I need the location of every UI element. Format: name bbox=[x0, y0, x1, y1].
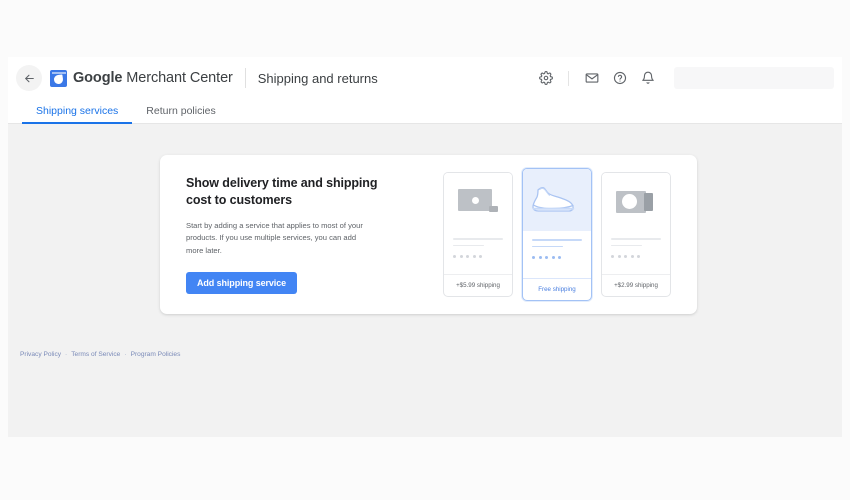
gear-icon[interactable] bbox=[537, 70, 554, 87]
empty-state-text-block: Show delivery time and shipping cost to … bbox=[186, 175, 386, 294]
product-card[interactable]: +$2.99 shipping bbox=[601, 172, 671, 297]
terms-of-service-link[interactable]: Terms of Service bbox=[71, 351, 120, 358]
bell-icon[interactable] bbox=[639, 70, 656, 87]
footer-separator: · bbox=[65, 351, 68, 358]
tab-shipping-services-label: Shipping services bbox=[36, 105, 119, 117]
placeholder-line bbox=[532, 245, 563, 247]
placeholder-line bbox=[611, 244, 642, 246]
tab-return-policies-label: Return policies bbox=[146, 105, 216, 117]
program-policies-link[interactable]: Program Policies bbox=[131, 351, 181, 358]
rating-dots bbox=[532, 256, 582, 259]
placeholder-line bbox=[453, 238, 503, 240]
product-image bbox=[602, 173, 670, 230]
footer-links: Privacy Policy · Terms of Service · Prog… bbox=[20, 351, 180, 358]
placeholder-line bbox=[532, 239, 582, 241]
empty-state-card: Show delivery time and shipping cost to … bbox=[160, 155, 697, 314]
header-divider bbox=[244, 68, 246, 88]
merchant-center-logo-icon bbox=[50, 69, 67, 87]
sneaker-icon bbox=[531, 182, 583, 219]
product-card-selected[interactable]: Free shipping bbox=[522, 168, 592, 301]
mail-icon[interactable] bbox=[583, 70, 600, 87]
rating-dots bbox=[453, 255, 503, 258]
product-info bbox=[602, 230, 670, 274]
product-image bbox=[444, 173, 512, 230]
laptop-placeholder-icon bbox=[458, 189, 498, 214]
empty-state-title: Show delivery time and shipping cost to … bbox=[186, 176, 378, 208]
rating-dots bbox=[611, 255, 661, 258]
privacy-policy-link[interactable]: Privacy Policy bbox=[20, 351, 61, 358]
tab-shipping-services[interactable]: Shipping services bbox=[22, 105, 133, 124]
brand-text: Google Merchant Center bbox=[73, 70, 233, 86]
back-arrow-icon bbox=[23, 72, 36, 85]
product-image bbox=[523, 169, 591, 231]
brand-name-merchant-center: Merchant Center bbox=[122, 70, 233, 86]
brand-name-google: Google bbox=[73, 70, 123, 86]
tab-bar: Shipping services Return policies bbox=[8, 99, 842, 124]
shipping-price-label: Free shipping bbox=[523, 278, 591, 300]
help-icon[interactable] bbox=[611, 70, 628, 87]
product-card-illustration-group: +$5.99 shipping Free shipping +$2.99 shi… bbox=[443, 168, 671, 301]
page-body: Show delivery time and shipping cost to … bbox=[8, 124, 842, 437]
footer-separator: · bbox=[124, 351, 127, 358]
empty-state-description: Start by adding a service that applies t… bbox=[186, 220, 363, 256]
add-shipping-service-button[interactable]: Add shipping service bbox=[186, 271, 298, 294]
back-button[interactable] bbox=[16, 65, 42, 91]
header-icon-group bbox=[537, 70, 656, 87]
app-header: Google Merchant Center Shipping and retu… bbox=[8, 57, 842, 99]
page-title: Shipping and returns bbox=[257, 70, 378, 86]
shipping-price-label: +$5.99 shipping bbox=[444, 274, 512, 296]
tab-return-policies[interactable]: Return policies bbox=[132, 105, 229, 123]
placeholder-line bbox=[453, 244, 484, 246]
product-info bbox=[444, 230, 512, 274]
product-info bbox=[523, 231, 591, 278]
camera-placeholder-icon bbox=[616, 190, 656, 213]
shipping-price-label: +$2.99 shipping bbox=[602, 274, 670, 296]
header-icon-separator bbox=[568, 70, 569, 86]
app-page: Google Merchant Center Shipping and retu… bbox=[8, 57, 842, 437]
search-input[interactable] bbox=[674, 67, 834, 89]
brand-link[interactable]: Google Merchant Center bbox=[50, 69, 233, 87]
placeholder-line bbox=[611, 238, 661, 240]
product-card[interactable]: +$5.99 shipping bbox=[443, 172, 513, 297]
screenshot-root: Google Merchant Center Shipping and retu… bbox=[0, 0, 850, 500]
